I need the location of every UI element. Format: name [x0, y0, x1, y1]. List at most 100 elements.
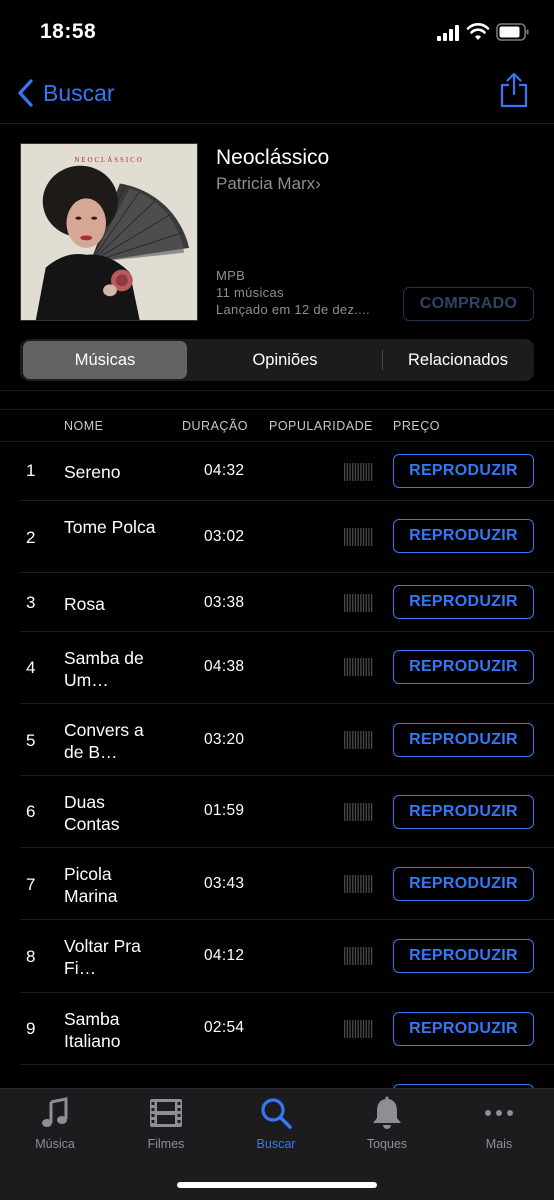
popularity-bar: [362, 731, 365, 749]
segment-relacionados[interactable]: Relacionados: [384, 341, 532, 379]
popularity-bar: [371, 528, 373, 546]
popularity-bar: [371, 658, 373, 676]
track-duration: 04:12: [204, 947, 245, 964]
tab-buscar[interactable]: Buscar: [231, 1095, 321, 1151]
popularity-bars-icon: [344, 594, 373, 612]
play-button[interactable]: REPRODUZIR: [393, 454, 534, 488]
track-row-partial[interactable]: [0, 1065, 554, 1088]
popularity-bar: [368, 463, 370, 481]
popularity-bar: [357, 803, 359, 821]
track-name: Picola Marina: [64, 864, 118, 906]
play-button[interactable]: REPRODUZIR: [393, 585, 534, 619]
segment-opinioes[interactable]: Opiniões: [190, 341, 380, 379]
popularity-bar: [346, 594, 348, 612]
tab-mais[interactable]: Mais: [454, 1095, 544, 1151]
play-button[interactable]: REPRODUZIR: [393, 723, 534, 757]
popularity-bar: [368, 803, 370, 821]
popularity-bar: [346, 658, 348, 676]
track-name: Sereno: [64, 462, 121, 482]
track-name: Voltar Pra Fi…: [64, 936, 141, 978]
track-row[interactable]: 5 Convers a de B… 03:20 REPRODUZIR: [0, 704, 554, 776]
track-row[interactable]: 3 Rosa 03:38 REPRODUZIR: [0, 573, 554, 632]
popularity-bar: [362, 947, 365, 965]
play-button[interactable]: REPRODUZIR: [393, 939, 534, 973]
popularity-bar: [344, 731, 346, 749]
play-button[interactable]: REPRODUZIR: [393, 650, 534, 684]
back-button[interactable]: Buscar: [16, 78, 115, 108]
track-row[interactable]: 8 Voltar Pra Fi… 04:12 REPRODUZIR: [0, 920, 554, 993]
search-icon: [261, 1098, 292, 1129]
popularity-bar: [346, 731, 348, 749]
popularity-bar: [360, 658, 362, 676]
popularity-bar: [349, 731, 351, 749]
popularity-bar: [344, 528, 346, 546]
cellular-signal-icon: [437, 25, 459, 41]
track-number: 5: [26, 731, 36, 750]
track-row[interactable]: 4 Samba de Um… 04:38 REPRODUZIR: [0, 632, 554, 704]
column-header-price: PREÇO: [393, 419, 440, 433]
popularity-bar: [354, 658, 357, 676]
film-icon: [150, 1099, 182, 1127]
album-artwork: NEOCLÁSSICO: [20, 143, 198, 321]
track-duration: 02:54: [204, 1019, 245, 1036]
tab-toques[interactable]: Toques: [342, 1095, 432, 1151]
popularity-bar: [362, 1020, 365, 1038]
popularity-bar: [349, 463, 351, 481]
popularity-bar: [346, 1020, 348, 1038]
play-button[interactable]: REPRODUZIR: [393, 795, 534, 829]
tab-filmes[interactable]: Filmes: [121, 1095, 211, 1151]
popularity-bar: [354, 731, 357, 749]
music-note-icon: [42, 1097, 68, 1127]
popularity-bar: [360, 528, 362, 546]
track-row[interactable]: 6 Duas Contas 01:59 REPRODUZIR: [0, 776, 554, 848]
segment-musicas[interactable]: Músicas: [23, 341, 187, 379]
popularity-bar: [346, 528, 348, 546]
track-number: 9: [26, 1019, 36, 1038]
popularity-bar: [357, 875, 359, 893]
share-icon[interactable]: [500, 72, 528, 108]
play-button[interactable]: REPRODUZIR: [393, 867, 534, 901]
popularity-bar: [352, 463, 354, 481]
popularity-bar: [354, 875, 357, 893]
track-row[interactable]: 1 Sereno 04:32 REPRODUZIR: [0, 442, 554, 501]
popularity-bars-icon: [344, 803, 373, 821]
artist-link[interactable]: Patricia Marx›: [216, 174, 321, 194]
battery-icon: [496, 23, 529, 41]
popularity-bar: [368, 731, 370, 749]
popularity-bar: [365, 947, 367, 965]
popularity-bars-icon: [344, 947, 373, 965]
track-row[interactable]: 2 Tome Polca 03:02 REPRODUZIR: [0, 501, 554, 573]
play-button[interactable]: REPRODUZIR: [393, 1012, 534, 1046]
popularity-bar: [357, 528, 359, 546]
status-bar: 18:58: [0, 0, 554, 64]
tab-label: Mais: [485, 1137, 513, 1151]
popularity-bar: [365, 594, 367, 612]
more-icon: [485, 1110, 513, 1116]
track-number: 6: [26, 802, 36, 821]
popularity-bar: [357, 658, 359, 676]
popularity-bar: [344, 658, 346, 676]
popularity-bar: [349, 594, 351, 612]
popularity-bar: [344, 594, 346, 612]
popularity-bar: [362, 463, 365, 481]
popularity-bar: [362, 875, 365, 893]
track-row[interactable]: 9 Samba Italiano 02:54 REPRODUZIR: [0, 993, 554, 1065]
play-button[interactable]: REPRODUZIR: [393, 519, 534, 553]
popularity-bar: [368, 594, 370, 612]
popularity-bar: [357, 947, 359, 965]
track-duration: 03:43: [204, 875, 245, 892]
popularity-bar: [365, 1020, 367, 1038]
popularity-bar: [349, 528, 351, 546]
popularity-bar: [360, 594, 362, 612]
album-release-date: Lançado em 12 de dez....: [216, 302, 370, 317]
popularity-bar: [357, 463, 359, 481]
track-name: Rosa: [64, 594, 105, 614]
column-header-name: NOME: [64, 419, 104, 433]
popularity-bar: [371, 1020, 373, 1038]
bell-icon: [373, 1096, 401, 1129]
navigation-bar: Buscar: [0, 64, 554, 124]
home-indicator[interactable]: [177, 1182, 377, 1188]
popularity-bar: [354, 1020, 357, 1038]
tab-musica[interactable]: Música: [10, 1095, 100, 1151]
track-row[interactable]: 7 Picola Marina 03:43 REPRODUZIR: [0, 848, 554, 920]
